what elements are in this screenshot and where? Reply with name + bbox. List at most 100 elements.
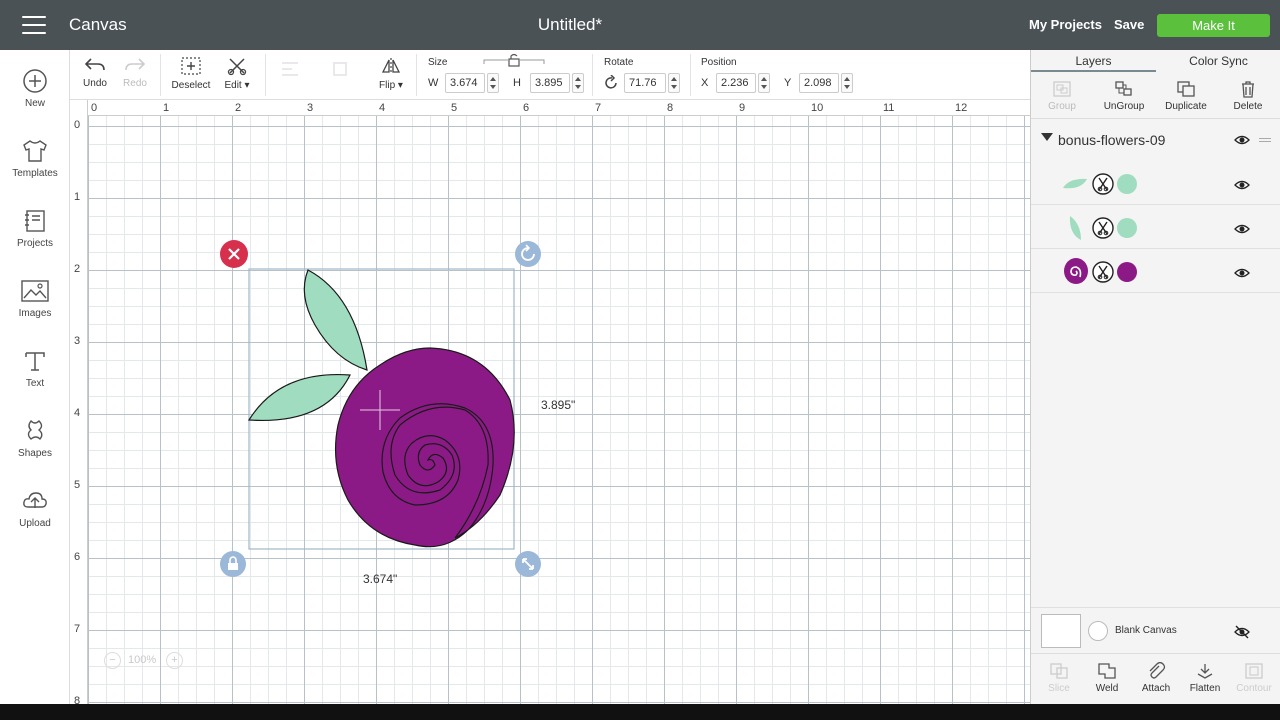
- plus-circle-icon: [23, 69, 47, 93]
- rotate-stepper[interactable]: [668, 73, 680, 93]
- my-projects-link[interactable]: My Projects: [1029, 17, 1102, 32]
- sidebar-item-label: New: [24, 98, 45, 109]
- rotate-input[interactable]: [624, 73, 666, 93]
- layer-row-leaf-horizontal[interactable]: [1031, 161, 1280, 205]
- cut-scissors-icon[interactable]: [1092, 217, 1114, 239]
- slice-button[interactable]: Slice: [1035, 662, 1083, 694]
- deselect-button[interactable]: Deselect: [170, 56, 212, 91]
- toolbar-divider: [690, 54, 691, 96]
- panel-divider: [1031, 118, 1280, 119]
- contour-button[interactable]: Contour: [1230, 662, 1278, 694]
- ungroup-icon: [1115, 81, 1132, 96]
- layer-color-swatch[interactable]: [1117, 174, 1137, 194]
- undo-button[interactable]: Undo: [80, 56, 110, 89]
- projects-icon: [25, 210, 45, 232]
- ungroup-button[interactable]: UnGroup: [1093, 80, 1155, 112]
- tab-color-sync[interactable]: Color Sync: [1156, 50, 1280, 72]
- make-it-button[interactable]: Make It: [1157, 14, 1270, 37]
- text-icon: [25, 352, 45, 371]
- sidebar-item-label: Images: [18, 308, 52, 319]
- height-input[interactable]: [530, 73, 570, 93]
- zoom-in-button[interactable]: +: [166, 652, 183, 669]
- resize-handle[interactable]: [515, 551, 541, 577]
- flower-shape[interactable]: [334, 347, 515, 548]
- width-input[interactable]: [445, 73, 485, 93]
- window-bottom-edge: [0, 704, 1280, 720]
- edit-toolbar: Undo Redo Deselect Edit ▾ Flip ▾ Size W …: [70, 50, 1030, 100]
- layer-row-leaf-vertical[interactable]: [1031, 205, 1280, 249]
- height-dimension-label: 3.895": [541, 398, 576, 412]
- leaf-thumbnail: [1063, 178, 1087, 189]
- leaf-vertical-shape[interactable]: [303, 269, 368, 371]
- duplicate-icon: [1177, 81, 1195, 97]
- save-button[interactable]: Save: [1114, 17, 1144, 32]
- sidebar-item-templates[interactable]: Templates: [0, 138, 70, 179]
- position-x-input[interactable]: [716, 73, 756, 93]
- sidebar-item-projects[interactable]: Projects: [0, 208, 70, 249]
- rotate-handle[interactable]: [515, 241, 541, 267]
- flatten-button[interactable]: Flatten: [1181, 662, 1229, 694]
- delete-button[interactable]: Delete: [1217, 80, 1279, 112]
- zoom-out-button[interactable]: −: [104, 652, 121, 669]
- size-lock-icon[interactable]: [482, 52, 546, 68]
- shapes-icon: [27, 419, 43, 441]
- eye-icon[interactable]: [1234, 223, 1250, 235]
- design-canvas[interactable]: 0 1 2 3 4 5 6 7 8 9 10 11 12 012345678 3.895" 3.674"…: [70, 100, 1030, 704]
- sidebar-item-new[interactable]: New: [0, 68, 70, 109]
- flip-dropdown[interactable]: Flip ▾: [374, 56, 408, 91]
- deselect-icon: [181, 57, 201, 75]
- zoom-control: − 100% +: [104, 648, 192, 674]
- group-button[interactable]: Group: [1031, 80, 1093, 112]
- leaf-horizontal-shape[interactable]: [247, 373, 351, 422]
- sidebar-item-images[interactable]: Images: [0, 278, 70, 319]
- tshirt-icon: [23, 140, 47, 162]
- height-stepper[interactable]: [572, 73, 584, 93]
- layer-group-row[interactable]: bonus-flowers-09: [1031, 125, 1280, 155]
- height-label: H: [513, 77, 521, 89]
- left-sidebar: New Templates Projects Images Text Shape…: [0, 50, 70, 704]
- slice-icon: [1050, 663, 1068, 679]
- weld-icon: [1098, 663, 1116, 679]
- attach-button[interactable]: Attach: [1132, 662, 1180, 694]
- zoom-level: 100%: [128, 654, 157, 666]
- blank-canvas-row[interactable]: Blank Canvas: [1031, 607, 1280, 653]
- position-x-stepper[interactable]: [758, 73, 770, 93]
- eye-icon[interactable]: [1234, 179, 1250, 191]
- sidebar-item-shapes[interactable]: Shapes: [0, 418, 70, 459]
- flip-icon: [381, 58, 401, 74]
- cut-scissors-icon[interactable]: [1092, 173, 1114, 195]
- blank-canvas-thumbnail: [1041, 614, 1081, 648]
- sidebar-item-label: Projects: [16, 238, 54, 249]
- position-label: Position: [701, 57, 737, 68]
- arrange-button[interactable]: [325, 60, 355, 90]
- lock-handle[interactable]: [220, 551, 246, 577]
- hidden-eye-icon[interactable]: [1234, 625, 1250, 639]
- layer-row-flower[interactable]: [1031, 249, 1280, 293]
- collapse-triangle-icon[interactable]: [1041, 133, 1053, 141]
- align-button[interactable]: [275, 60, 305, 90]
- layer-color-swatch[interactable]: [1117, 218, 1137, 238]
- weld-button[interactable]: Weld: [1083, 662, 1131, 694]
- eye-icon[interactable]: [1234, 267, 1250, 279]
- position-y-stepper[interactable]: [841, 73, 853, 93]
- sidebar-item-text[interactable]: Text: [0, 348, 70, 389]
- cut-scissors-icon[interactable]: [1092, 261, 1114, 283]
- duplicate-button[interactable]: Duplicate: [1155, 80, 1217, 112]
- redo-button[interactable]: Redo: [120, 56, 150, 89]
- document-title[interactable]: Untitled*: [0, 15, 1140, 35]
- drag-handle-icon[interactable]: [1259, 138, 1271, 139]
- canvas-color-swatch[interactable]: [1088, 621, 1108, 641]
- layer-color-swatch[interactable]: [1117, 262, 1137, 282]
- eye-icon[interactable]: [1234, 134, 1250, 146]
- delete-handle[interactable]: [220, 240, 248, 268]
- tab-layers[interactable]: Layers: [1031, 50, 1156, 72]
- sidebar-item-upload[interactable]: Upload: [0, 488, 70, 529]
- top-bar: Canvas Untitled* My Projects Save Make I…: [0, 0, 1280, 50]
- image-icon: [21, 280, 49, 302]
- position-y-input[interactable]: [799, 73, 839, 93]
- edit-dropdown[interactable]: Edit ▾: [220, 56, 254, 91]
- sidebar-item-label: Text: [25, 378, 45, 389]
- width-stepper[interactable]: [487, 73, 499, 93]
- layers-panel: Layers Color Sync Group UnGroup Duplicat…: [1030, 50, 1280, 704]
- group-name: bonus-flowers-09: [1058, 132, 1166, 148]
